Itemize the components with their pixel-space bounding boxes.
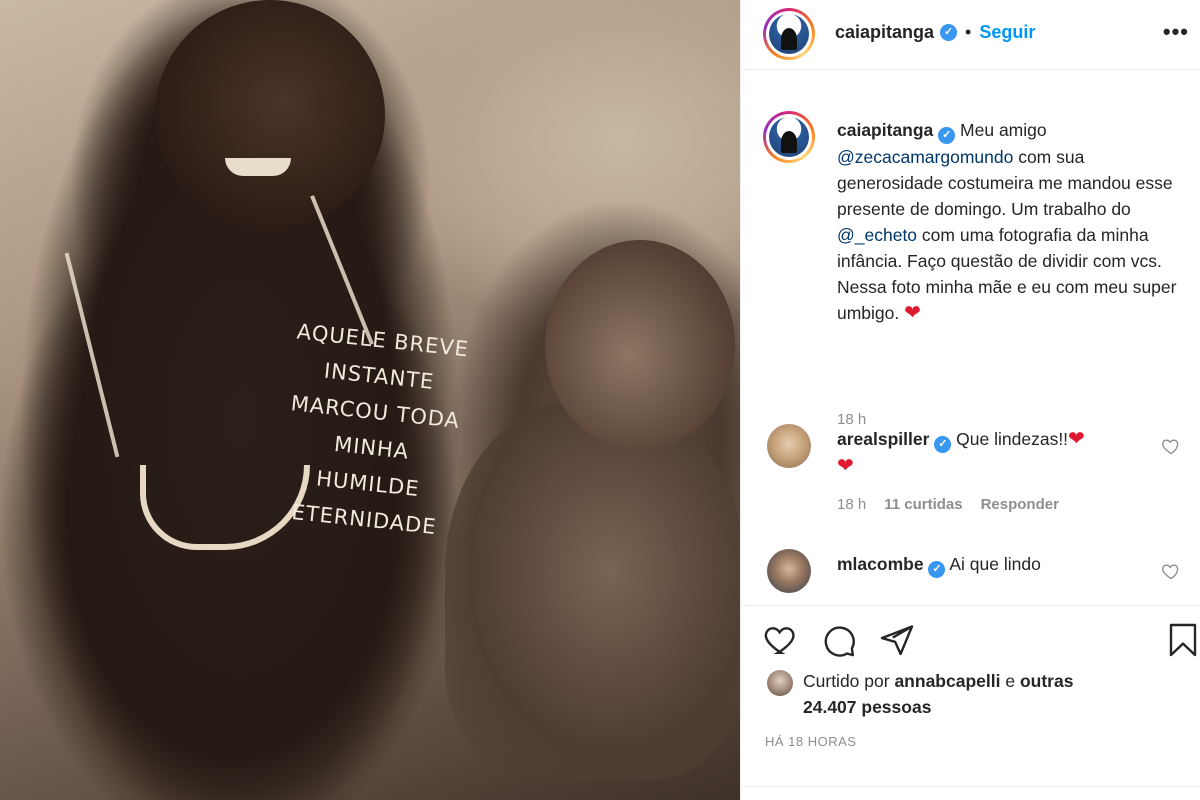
red-heart-emoji: ❤ (904, 302, 921, 324)
header-user: caiapitanga ✓ • Seguir (835, 22, 1035, 43)
author-username[interactable]: caiapitanga (835, 22, 934, 43)
like-comment-heart-icon[interactable] (1161, 436, 1181, 456)
verified-badge-icon: ✓ (938, 127, 956, 144)
reply-button[interactable]: Responder (981, 496, 1059, 513)
caption-author-avatar[interactable] (763, 111, 815, 163)
likes-prefix: Curtido por (803, 671, 890, 691)
caption-text: caiapitanga ✓ Meu amigo @zecacamargomund… (837, 117, 1187, 326)
add-comment-area[interactable] (741, 786, 1200, 800)
caption-username[interactable]: caiapitanga (837, 120, 933, 140)
bookmark-icon[interactable] (1165, 622, 1200, 658)
photo-baby-body (445, 400, 740, 780)
comment-text: Que lindezas!! (956, 429, 1069, 449)
separator-dot: • (965, 22, 972, 42)
commenter-avatar[interactable] (767, 549, 811, 593)
liker-username[interactable]: annabcapelli (894, 671, 1000, 691)
comment-like-count[interactable]: 11 curtidas (884, 496, 962, 513)
photo-handwritten-caption: AQUELE BREVE INSTANTE MARCOU TODA MINHA … (275, 313, 472, 546)
more-options-icon[interactable]: ••• (1163, 20, 1189, 44)
verified-badge-icon: ✓ (928, 561, 946, 578)
likes-summary: Curtido por annabcapelli e outras 24.407… (767, 668, 1103, 720)
comment-text: Ai que lindo (949, 554, 1041, 574)
liker-avatar[interactable] (767, 670, 793, 696)
post-date[interactable]: HÁ 18 HORAS (765, 734, 856, 749)
post-photo[interactable]: AQUELE BREVE INSTANTE MARCOU TODA MINHA … (0, 0, 740, 800)
like-comment-heart-icon[interactable] (1161, 561, 1181, 581)
post-header: caiapitanga ✓ • Seguir ••• (741, 0, 1200, 70)
post-actions: Curtido por annabcapelli e outras 24.407… (741, 605, 1200, 800)
photo-baby-head (545, 240, 735, 450)
commenter-avatar[interactable] (767, 424, 811, 468)
caption-text-part: Meu amigo (960, 120, 1047, 140)
comment-meta: 18 h 11 curtidas Responder (837, 496, 1059, 513)
comment-icon[interactable] (821, 622, 857, 658)
likes-text: Curtido por annabcapelli e outras 24.407… (803, 668, 1103, 720)
comments-list[interactable]: caiapitanga ✓ Meu amigo @zecacamargomund… (741, 71, 1200, 605)
heart-icon[interactable] (763, 622, 799, 658)
comment-timestamp[interactable]: 18 h (837, 496, 866, 513)
comment-body: arealspiller ✓ Que lindezas!!❤ ❤ (837, 426, 1157, 479)
send-icon[interactable] (879, 622, 915, 658)
avatar-image (769, 117, 809, 157)
mention-link[interactable]: @_echeto (837, 225, 917, 245)
comment-body: mlacombe ✓ Ai que lindo (837, 551, 1157, 578)
red-heart-emoji: ❤ (1068, 428, 1085, 450)
follow-button[interactable]: Seguir (979, 22, 1035, 43)
verified-badge-icon: ✓ (940, 24, 958, 41)
likes-middle: e (1005, 671, 1016, 691)
photo-smile (225, 158, 291, 176)
commenter-username[interactable]: mlacombe (837, 554, 924, 574)
author-avatar[interactable] (763, 8, 815, 60)
commenter-username[interactable]: arealspiller (837, 429, 929, 449)
avatar-image (769, 14, 809, 54)
verified-badge-icon: ✓ (934, 436, 952, 453)
photo-mother-head (155, 0, 385, 230)
mention-link[interactable]: @zecacamargomundo (837, 147, 1013, 167)
post-side-panel: caiapitanga ✓ • Seguir ••• caiapitanga ✓… (740, 0, 1200, 800)
red-heart-emoji: ❤ (837, 455, 854, 477)
